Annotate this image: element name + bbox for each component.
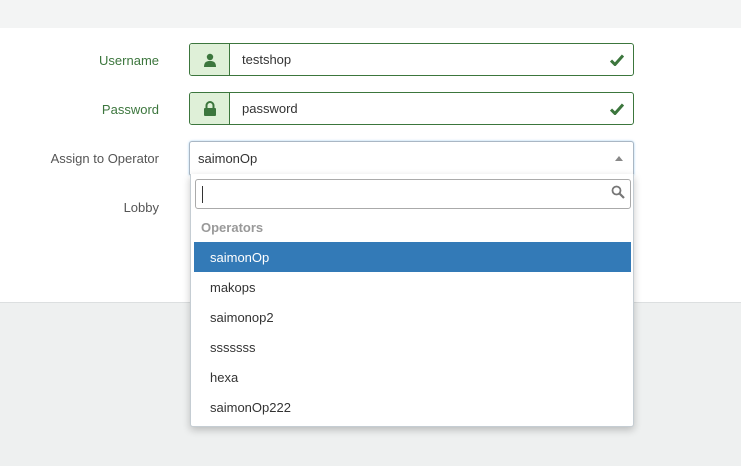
- username-label: Username: [99, 53, 159, 68]
- dropdown-option[interactable]: saimonop2: [194, 302, 631, 332]
- search-icon: [611, 185, 625, 202]
- lobby-label: Lobby: [123, 200, 159, 215]
- caret-up-icon: [615, 156, 623, 161]
- check-icon: [601, 93, 633, 124]
- lock-icon: [190, 93, 230, 124]
- operator-label: Assign to Operator: [50, 151, 159, 166]
- password-label: Password: [101, 102, 159, 117]
- operator-select[interactable]: saimonOp: [189, 141, 634, 175]
- top-strip: [0, 0, 741, 28]
- dropdown-option[interactable]: hexa: [194, 362, 631, 392]
- user-icon: [190, 44, 230, 75]
- check-icon: [601, 44, 633, 75]
- dropdown-option[interactable]: saimonOp: [194, 242, 631, 272]
- dropdown-search-input[interactable]: [195, 179, 631, 209]
- username-field[interactable]: testshop: [230, 44, 601, 75]
- password-input-group[interactable]: password: [189, 92, 634, 125]
- operator-dropdown: Operators saimonOp makops saimonop2 ssss…: [190, 174, 634, 427]
- operator-selected-value: saimonOp: [198, 150, 258, 166]
- dropdown-option[interactable]: sssssss: [194, 332, 631, 362]
- username-input-group[interactable]: testshop: [189, 43, 634, 76]
- dropdown-option[interactable]: makops: [194, 272, 631, 302]
- text-cursor: [202, 186, 203, 203]
- dropdown-group-label: Operators: [201, 220, 264, 235]
- password-field[interactable]: password: [230, 93, 601, 124]
- dropdown-option[interactable]: saimonOp222: [194, 392, 631, 422]
